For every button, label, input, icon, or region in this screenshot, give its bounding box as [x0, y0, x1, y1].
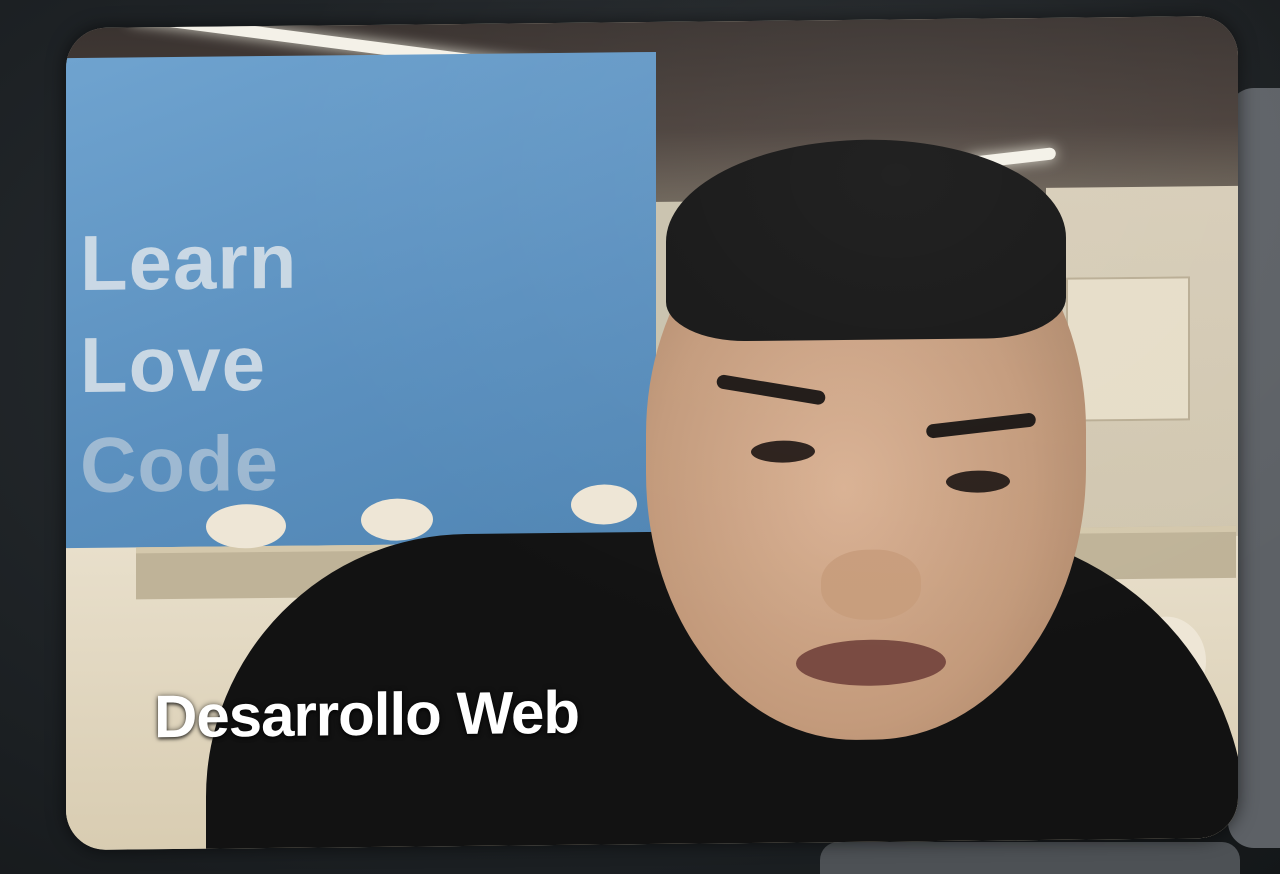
video-call-screen: Learn Love Code Desarrollo Web: [0, 0, 1280, 874]
participant-name-label: Desarrollo Web: [154, 678, 580, 751]
wall-text-love: Love: [80, 319, 267, 409]
participant-nose: [821, 549, 921, 621]
participant-video-tile[interactable]: Learn Love Code Desarrollo Web: [66, 15, 1238, 851]
adjacent-participant-tile-bottom[interactable]: [820, 842, 1240, 874]
wall-text-learn: Learn: [80, 216, 298, 307]
wall-text-code: Code: [80, 418, 279, 509]
